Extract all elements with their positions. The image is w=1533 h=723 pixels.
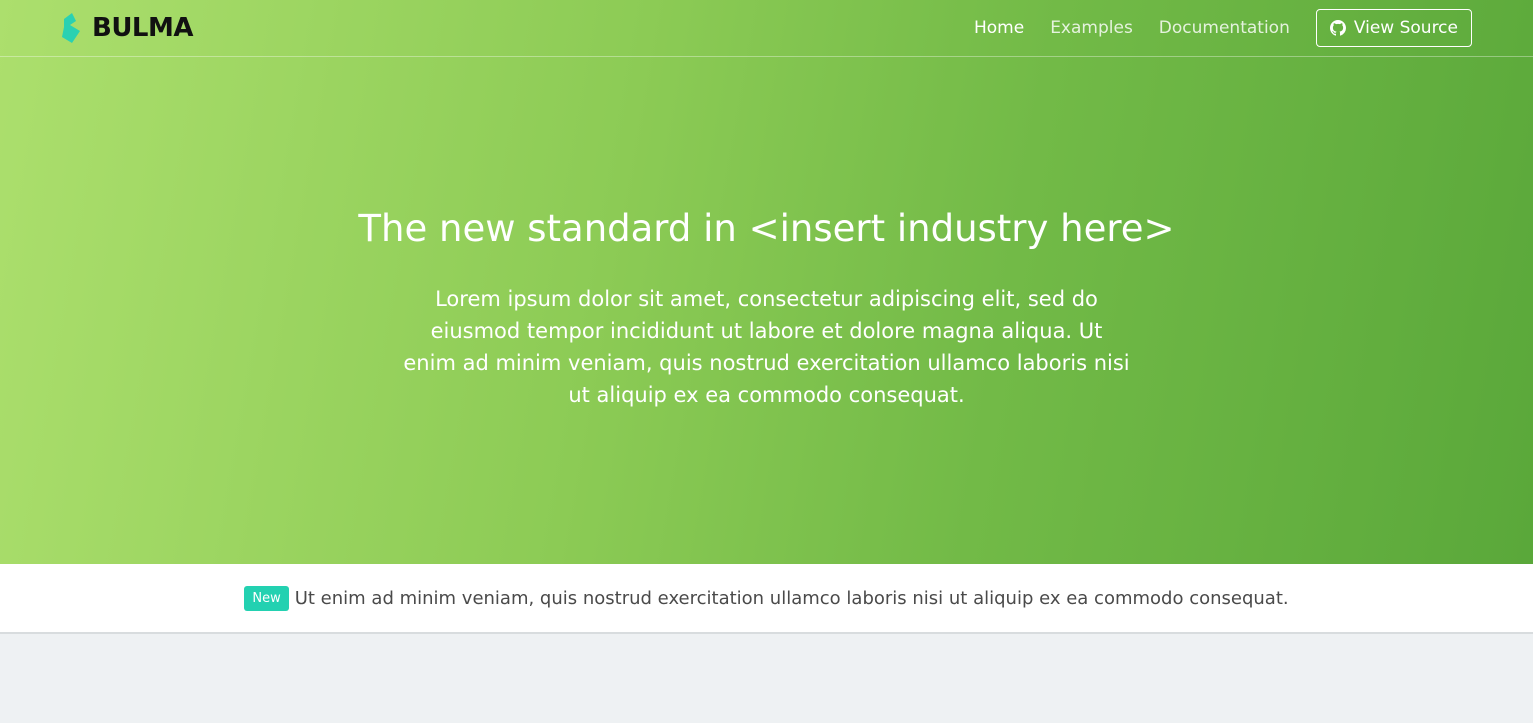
nav-link-home[interactable]: Home bbox=[974, 9, 1024, 47]
new-tag: New bbox=[244, 585, 289, 611]
hero-body: The new standard in <insert industry her… bbox=[0, 205, 1533, 411]
announcement-text: Ut enim ad minim veniam, quis nostrud ex… bbox=[294, 587, 1289, 609]
view-source-label: View Source bbox=[1353, 18, 1458, 38]
nav-link-documentation[interactable]: Documentation bbox=[1159, 9, 1290, 47]
brand-name: BULMA bbox=[92, 13, 194, 43]
github-icon bbox=[1329, 20, 1346, 36]
hero-subtitle: Lorem ipsum dolor sit amet, consectetur … bbox=[403, 287, 1130, 407]
announcement-bar: New Ut enim ad minim veniam, quis nostru… bbox=[0, 564, 1533, 634]
view-source-button[interactable]: View Source bbox=[1315, 9, 1472, 47]
nav-menu: Home Examples Documentation View Source bbox=[974, 9, 1472, 47]
hero-title: The new standard in <insert industry her… bbox=[358, 207, 1175, 250]
navbar: BULMA Home Examples Documentation View S… bbox=[0, 0, 1533, 57]
brand-logo[interactable]: BULMA bbox=[62, 12, 194, 44]
nav-link-examples[interactable]: Examples bbox=[1050, 9, 1133, 47]
bulma-logo-icon bbox=[62, 13, 80, 43]
hero-section: BULMA Home Examples Documentation View S… bbox=[0, 0, 1533, 564]
